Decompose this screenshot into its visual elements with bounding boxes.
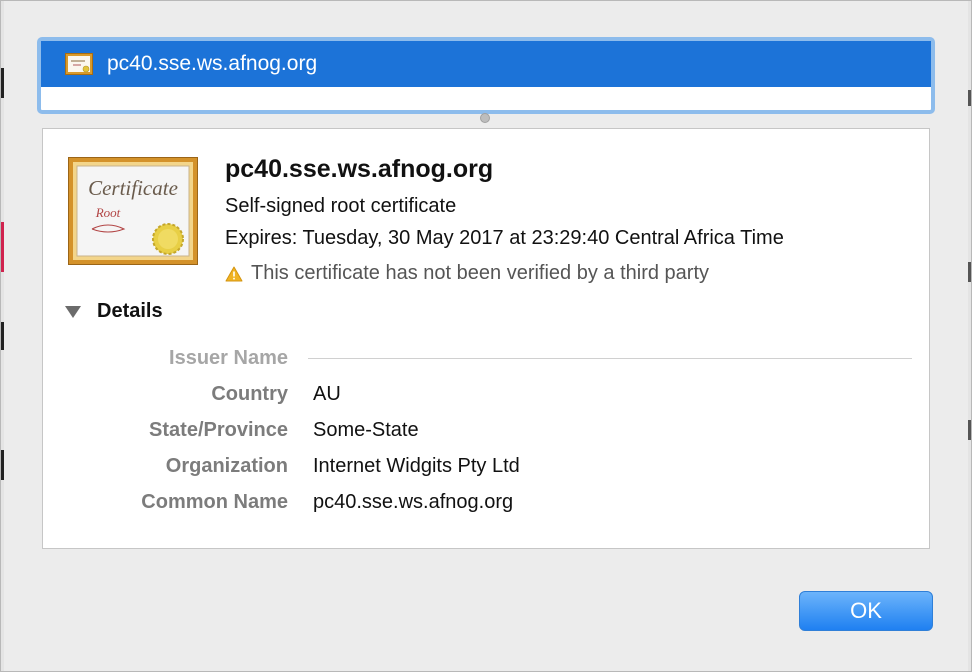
- background-window-edge-right: [968, 0, 972, 672]
- field-value-state: Some-State: [313, 419, 419, 441]
- edge-mark: [0, 450, 4, 480]
- edge-mark: [0, 222, 4, 272]
- certificate-details-panel: Certificate Root pc40.sse.ws.afnog.org S…: [42, 128, 930, 549]
- chain-item-selected[interactable]: pc40.sse.ws.afnog.org: [41, 41, 931, 87]
- field-value-common-name: pc40.sse.ws.afnog.org: [313, 491, 514, 513]
- section-issuer-name: Issuer Name: [169, 347, 288, 369]
- warning-icon: [225, 266, 243, 281]
- certificate-title: pc40.sse.ws.afnog.org: [225, 155, 494, 183]
- certificate-icon: Certificate Root: [68, 157, 198, 265]
- certificate-icon-subtitle: Root: [95, 205, 121, 220]
- details-disclosure[interactable]: Details: [65, 300, 163, 323]
- edge-mark: [0, 68, 4, 98]
- field-value-organization: Internet Widgits Pty Ltd: [313, 455, 520, 477]
- certificate-icon: [65, 53, 93, 75]
- field-label-country: Country: [211, 383, 288, 405]
- field-label-state: State/Province: [149, 419, 288, 441]
- split-view-handle[interactable]: [480, 113, 490, 123]
- edge-mark: [0, 322, 4, 350]
- certificate-expiry: Expires: Tuesday, 30 May 2017 at 23:29:4…: [225, 227, 784, 249]
- details-label: Details: [97, 300, 163, 322]
- section-divider: [308, 358, 912, 359]
- ok-button[interactable]: OK: [799, 591, 933, 631]
- certificate-chain-list[interactable]: pc40.sse.ws.afnog.org: [37, 37, 935, 114]
- edge-mark: [968, 420, 972, 440]
- disclosure-triangle-icon[interactable]: [65, 305, 81, 318]
- edge-mark: [968, 90, 972, 106]
- chain-item-label: pc40.sse.ws.afnog.org: [107, 52, 318, 75]
- warning-text: This certificate has not been verified b…: [251, 262, 710, 284]
- background-window-edge-left: [0, 0, 4, 672]
- field-label-organization: Organization: [165, 455, 288, 477]
- certificate-warning: This certificate has not been verified b…: [225, 262, 709, 285]
- field-value-country: AU: [313, 383, 341, 405]
- certificate-type: Self-signed root certificate: [225, 195, 457, 217]
- edge-mark: [968, 262, 972, 282]
- field-label-common-name: Common Name: [141, 491, 288, 513]
- certificate-icon-title: Certificate: [88, 176, 178, 200]
